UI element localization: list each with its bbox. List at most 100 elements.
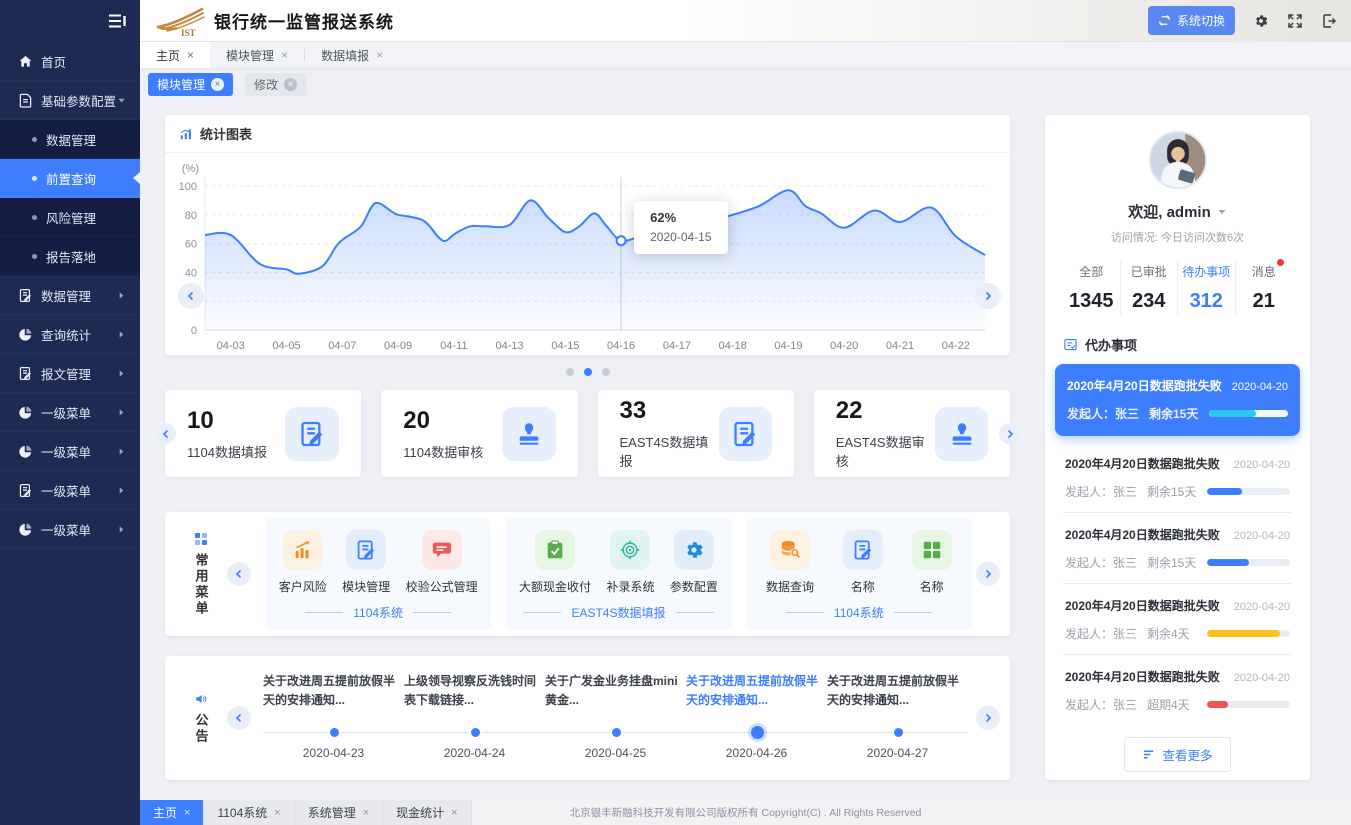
chip-label: 模块管理 [157,76,205,93]
sidebar-item-一级菜单[interactable]: 一级菜单 [0,510,140,549]
svg-text:04-16: 04-16 [607,340,635,352]
chip-close-icon[interactable]: × [211,78,224,91]
announcement-item[interactable]: 上级领导视察反洗钱时间表下载链接...2020-04-24 [404,666,545,712]
user-stat-已审批[interactable]: 已审批234 [1121,261,1179,315]
menu-item-补录系统[interactable]: 补录系统 [606,530,654,595]
menu-item-名称[interactable]: 名称 [843,530,883,595]
tab-模块管理[interactable]: 模块管理 × [210,42,304,68]
sidebar-item-基础参数配置[interactable]: 基础参数配置 [0,81,140,120]
menu-item-参数配置[interactable]: 参数配置 [670,530,718,595]
stat-text: 22EAST4S数据审核 [836,397,936,470]
svg-text:04-22: 04-22 [942,340,970,352]
sidebar-subitem-报告落地[interactable]: 报告落地 [0,237,140,276]
chip-修改[interactable]: 修改× [245,73,306,96]
view-more-button[interactable]: 查看更多 [1124,737,1230,772]
bottom-tab-系统管理[interactable]: 系统管理× [295,800,383,825]
announcement-item[interactable]: 关于改进周五提前放假半天的安排通知...2020-04-26 [686,666,827,712]
bottom-tab-1104系统[interactable]: 1104系统× [204,800,294,825]
tab-close-icon[interactable]: × [187,48,194,62]
bottom-tab-close-icon[interactable]: × [363,807,369,819]
sidebar-item-首页[interactable]: 首页 [0,42,140,81]
bottom-tab-主页[interactable]: 主页× [140,800,204,825]
stat-text: 101104数据填报 [187,407,267,461]
chip-模块管理[interactable]: 模块管理 × [148,73,233,96]
app-title: 银行统一监管报送系统 [214,8,394,33]
stat-card-1104数据填报[interactable]: 101104数据填报 [165,390,361,477]
todo-item[interactable]: 2020年4月20日数据跑批失败2020-04-20发起人：张三剩余15天 [1055,364,1300,436]
sidebar-toggle-icon[interactable] [108,14,126,28]
logout-icon[interactable] [1321,13,1337,29]
system-switch-button[interactable]: 系统切换 [1148,6,1235,35]
pagination-dot[interactable] [584,368,592,376]
user-menu[interactable]: 欢迎, admin [1063,201,1292,222]
tooltip-value: 62% [650,210,711,225]
menu-item-名称[interactable]: 名称 [912,530,952,595]
sidebar-item-一级菜单[interactable]: 一级菜单 [0,471,140,510]
sidebar-item-数据管理[interactable]: 数据管理 [0,276,140,315]
sidebar-subitem-风险管理[interactable]: 风险管理 [0,198,140,237]
sidebar-item-一级菜单[interactable]: 一级菜单 [0,393,140,432]
todo-item[interactable]: 2020年4月20日数据跑批失败2020-04-20发起人：张三剩余15天 [1063,513,1292,584]
tab-close-icon[interactable]: × [376,48,383,62]
announcement-item[interactable]: 关于广发金业务挂盘mini黄金...2020-04-25 [545,666,686,712]
chevron-right-icon [1005,429,1015,439]
bullet-icon [32,176,37,181]
sidebar-subitem-前置查询[interactable]: 前置查询 [0,159,140,198]
menu-prev-button[interactable] [227,562,251,586]
menu-tile [535,530,575,570]
menu-item-大额现金收付[interactable]: 大额现金收付 [519,530,591,595]
timeline-dot-icon [330,728,339,737]
announcement-item[interactable]: 关于改进周五提前放假半天的安排通知...2020-04-23 [263,666,404,712]
pie-icon [18,405,33,420]
menu-next-button[interactable] [976,562,1000,586]
bottom-tab-现金统计[interactable]: 现金统计× [383,800,471,825]
user-stat-消息[interactable]: 消息21 [1236,261,1293,315]
chip-close-icon[interactable]: × [284,78,297,91]
tab-label: 模块管理 [226,47,274,64]
tab-close-icon[interactable]: × [281,48,288,62]
stat-card-1104数据审核[interactable]: 201104数据审核 [381,390,577,477]
user-stat-全部[interactable]: 全部1345 [1063,261,1121,315]
avatar[interactable] [1149,131,1207,189]
sidebar-subitem-label: 数据管理 [46,130,96,149]
stats-prev-button[interactable] [155,423,176,444]
stat-cards-row: 101104数据填报 201104数据审核33EAST4S数据填报 22EAST4S… [165,390,1010,477]
pagination-dot[interactable] [566,368,574,376]
stats-next-button[interactable] [999,423,1020,444]
menu-item-校验公式管理[interactable]: 校验公式管理 [406,530,478,595]
announcements-next-button[interactable] [976,706,1000,730]
bottom-tab-close-icon[interactable]: × [184,807,190,819]
pagination-dot[interactable] [602,368,610,376]
menu-item-数据查询[interactable]: 数据查询 [766,530,814,595]
todo-item[interactable]: 2020年4月20日数据跑批失败2020-04-20发起人：张三超期4天 [1063,655,1292,725]
fullscreen-icon[interactable] [1287,13,1303,29]
menu-item-模块管理[interactable]: 模块管理 [342,530,390,595]
todo-title: 代办事项 [1085,335,1137,354]
caret-right-icon [117,408,126,417]
chevron-left-icon [234,713,244,723]
user-stat-待办事项[interactable]: 待办事项312 [1178,261,1236,315]
todo-item[interactable]: 2020年4月20日数据跑批失败2020-04-20发起人：张三剩余4天 [1063,584,1292,655]
tab-label: 数据填报 [321,47,369,64]
sidebar-item-报文管理[interactable]: 报文管理 [0,354,140,393]
bottom-tab-close-icon[interactable]: × [451,807,457,819]
announcements-prev-button[interactable] [227,706,251,730]
bottom-tab-close-icon[interactable]: × [274,807,280,819]
todo-item[interactable]: 2020年4月20日数据跑批失败2020-04-20发起人：张三剩余15天 [1063,442,1292,513]
chart-next-button[interactable] [975,283,1001,309]
sidebar-item-查询统计[interactable]: 查询统计 [0,315,140,354]
settings-icon[interactable] [1253,13,1269,29]
sidebar-subitem-数据管理[interactable]: 数据管理 [0,120,140,159]
sidebar-item-一级菜单[interactable]: 一级菜单 [0,432,140,471]
menu-item-label: 模块管理 [342,578,390,595]
tab-主页[interactable]: 主页× [140,42,210,68]
todo-initiator: 发起人：张三 [1065,625,1147,642]
stat-card-EAST4S数据审核[interactable]: 22EAST4S数据审核 [814,390,1010,477]
announcement-item[interactable]: 关于改进周五提前放假半天的安排通知...2020-04-27 [827,666,968,712]
tab-数据填报[interactable]: 数据填报 × [305,42,399,68]
caret-right-icon [117,525,126,534]
menu-item-客户风险[interactable]: 客户风险 [279,530,327,595]
stat-card-EAST4S数据填报[interactable]: 33EAST4S数据填报 [598,390,794,477]
chart-prev-button[interactable] [178,283,204,309]
stat-label: 1104数据填报 [187,442,267,461]
